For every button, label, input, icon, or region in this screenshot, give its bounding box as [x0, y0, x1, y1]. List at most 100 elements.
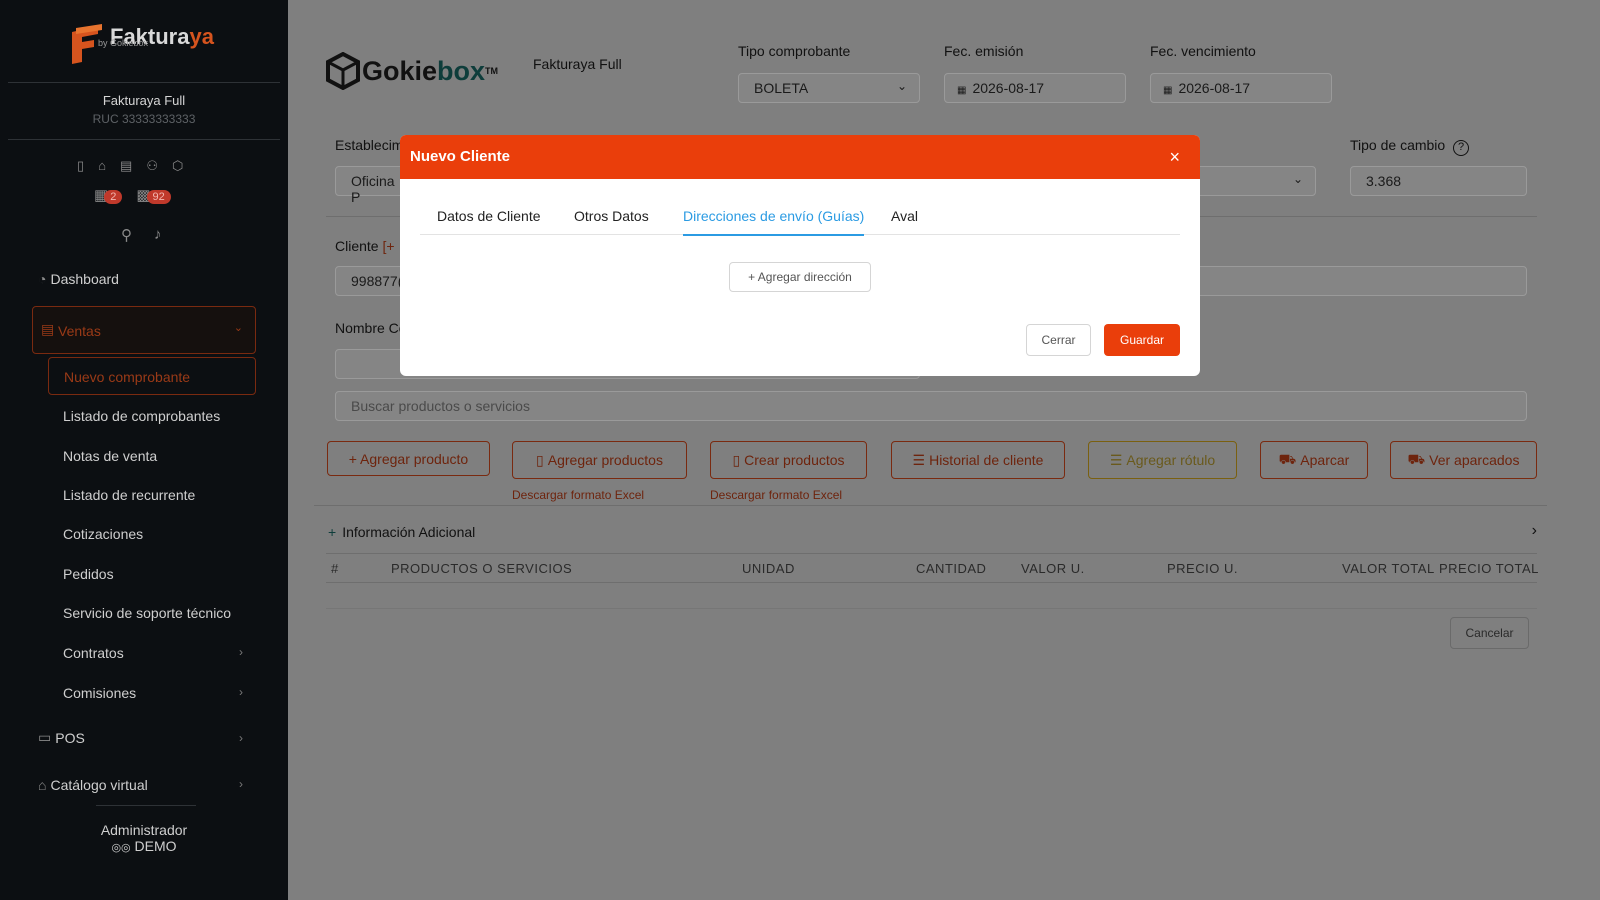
- submenu-contratos[interactable]: Contratos ›: [63, 645, 243, 661]
- aparcar-button[interactable]: ⛟ Aparcar: [1260, 441, 1368, 479]
- add-client-link[interactable]: [+: [382, 238, 394, 254]
- excel-link-1[interactable]: Descargar formato Excel: [512, 488, 644, 502]
- cerrar-button[interactable]: Cerrar: [1026, 324, 1091, 356]
- divider: [8, 82, 280, 83]
- calendar-badge: 2: [104, 190, 123, 204]
- list-icon: ☰: [912, 451, 926, 468]
- modal-title: Nuevo Cliente: [410, 148, 511, 165]
- users-icon[interactable]: ⚇: [146, 158, 158, 174]
- glasses-icon: ◎◎: [111, 842, 131, 854]
- emision-date[interactable]: ▦ 2026-08-17: [944, 73, 1126, 103]
- store-icon[interactable]: ⌂: [98, 158, 106, 174]
- tipo-select[interactable]: BOLETA ⌄: [738, 73, 920, 103]
- boxes-badge: 92: [146, 190, 171, 204]
- sidebar: Fakturaya by Gokiebox Fakturaya Full RUC…: [0, 0, 288, 900]
- chevron-right-icon: ›: [239, 685, 243, 699]
- company-ruc: RUC 33333333333: [92, 112, 196, 126]
- cart-icon: ⛟: [1278, 450, 1297, 467]
- cancelar-button[interactable]: Cancelar: [1450, 617, 1529, 649]
- agregar-productos-button[interactable]: ▯ Agregar productos: [512, 441, 687, 479]
- tab-datos-cliente[interactable]: Datos de Cliente: [437, 208, 541, 224]
- calendar-icon: ▦: [957, 85, 967, 96]
- chevron-down-icon: ⌄: [233, 322, 243, 334]
- user-info[interactable]: Administrador ◎◎ DEMO: [0, 822, 288, 854]
- th-productos: PRODUCTOS O SERVICIOS: [391, 561, 573, 576]
- gokiebox-logo: Gokiebox TM: [326, 52, 498, 90]
- chevron-right-icon: ›: [239, 730, 243, 745]
- ver-aparcados-button[interactable]: ⛟ Ver aparcados: [1390, 441, 1537, 479]
- modal-tabs: Datos de Cliente Otros Datos Direcciones…: [420, 195, 1180, 236]
- product-search-input[interactable]: Buscar productos o servicios: [335, 391, 1527, 421]
- menu-dashboard[interactable]: ◔ Dashboard: [38, 271, 262, 287]
- shop-icon: ⌂: [38, 777, 47, 793]
- menu-pos[interactable]: ▭ POS ›: [38, 729, 243, 746]
- submenu-recurrente[interactable]: Listado de recurrente: [63, 487, 195, 503]
- chevron-right-icon: ›: [1531, 522, 1537, 539]
- close-icon[interactable]: ×: [1169, 147, 1180, 168]
- divider: [326, 582, 1537, 583]
- chevron-right-icon: ›: [239, 645, 243, 659]
- th-precio-u: PRECIO U.: [1167, 561, 1238, 576]
- tab-otros-datos[interactable]: Otros Datos: [574, 208, 649, 224]
- historial-button[interactable]: ☰ Historial de cliente: [891, 441, 1065, 479]
- file-icon[interactable]: ▯: [77, 158, 84, 174]
- chevron-down-icon: ⌄: [896, 79, 907, 93]
- guardar-button[interactable]: Guardar: [1104, 324, 1180, 356]
- info-adicional-toggle[interactable]: + Información Adicional ›: [328, 522, 1537, 540]
- tab-aval[interactable]: Aval: [891, 208, 918, 224]
- tipo-label: Tipo comprobante: [738, 43, 851, 59]
- menu-catalogo[interactable]: ⌂ Catálogo virtual ›: [38, 777, 243, 793]
- submenu-nuevo-comprobante[interactable]: Nuevo comprobante: [48, 357, 256, 395]
- divider: [8, 139, 280, 140]
- utility-icons: ⚲ ♪: [121, 226, 162, 244]
- excel-link-2[interactable]: Descargar formato Excel: [710, 488, 842, 502]
- plus-icon: +: [328, 524, 337, 540]
- header-company: Fakturaya Full: [533, 56, 622, 72]
- lock-icon[interactable]: ⚲: [121, 226, 132, 244]
- menu-ventas[interactable]: ▤ Ventas ⌄: [32, 306, 256, 354]
- calendar-icon: ▦: [1163, 85, 1173, 96]
- crear-productos-button[interactable]: ▯ Crear productos: [710, 441, 867, 479]
- submenu-listado[interactable]: Listado de comprobantes: [63, 408, 220, 424]
- cambio-input[interactable]: 3.368: [1350, 166, 1527, 196]
- venc-date[interactable]: ▦ 2026-08-17: [1150, 73, 1332, 103]
- cliente-extra-field[interactable]: [1188, 266, 1527, 296]
- rotulo-button[interactable]: ☰ Agregar rótulo: [1088, 441, 1237, 479]
- submenu-cotizaciones[interactable]: Cotizaciones: [63, 526, 143, 542]
- th-unidad: UNIDAD: [742, 561, 795, 576]
- th-valor-u: VALOR U.: [1021, 561, 1085, 576]
- estab-label: Establecim: [335, 137, 404, 153]
- company-name: Fakturaya Full: [102, 93, 186, 108]
- venc-label: Fec. vencimiento: [1150, 43, 1256, 59]
- list-icon[interactable]: ▤: [120, 158, 132, 174]
- emision-label: Fec. emisión: [944, 43, 1024, 59]
- list-icon: ☰: [1109, 451, 1123, 468]
- cart-icon: ⛟: [1407, 450, 1426, 467]
- ventas-icon: ▤: [41, 321, 55, 337]
- box-icon[interactable]: ⬡: [172, 158, 183, 174]
- th-valor-total: VALOR TOTAL: [1342, 561, 1435, 576]
- th-number: #: [331, 561, 339, 576]
- monitor-icon: ▭: [38, 729, 52, 745]
- submenu-pedidos[interactable]: Pedidos: [63, 566, 114, 582]
- chevron-right-icon: ›: [239, 777, 243, 791]
- help-icon[interactable]: ?: [1453, 140, 1470, 156]
- file-icon: ▯: [536, 451, 544, 468]
- bell-icon[interactable]: ♪: [154, 226, 162, 244]
- th-cantidad: CANTIDAD: [916, 561, 987, 576]
- boxes-icon[interactable]: ▩ 92: [136, 186, 171, 204]
- user-name: DEMO: [134, 838, 177, 854]
- th-precio-total: PRECIO TOTAL: [1439, 561, 1539, 576]
- submenu-soporte[interactable]: Servicio de soporte técnico: [63, 605, 231, 621]
- add-address-button[interactable]: + Agregar dirección: [729, 262, 871, 292]
- calendar-icon[interactable]: ▦ 2: [94, 186, 123, 204]
- submenu-notas[interactable]: Notas de venta: [63, 448, 157, 464]
- chevron-down-icon: ⌄: [1292, 172, 1303, 186]
- submenu-comisiones[interactable]: Comisiones ›: [63, 685, 243, 701]
- divider: [326, 608, 1537, 609]
- agregar-producto-button[interactable]: + Agregar producto: [327, 441, 490, 476]
- divider: [314, 505, 1547, 506]
- quick-icons: ▯ ⌂ ▤ ⚇ ⬡: [77, 158, 183, 174]
- tab-direcciones[interactable]: Direcciones de envío (Guías): [683, 208, 865, 236]
- gauge-icon: ◔: [38, 271, 47, 287]
